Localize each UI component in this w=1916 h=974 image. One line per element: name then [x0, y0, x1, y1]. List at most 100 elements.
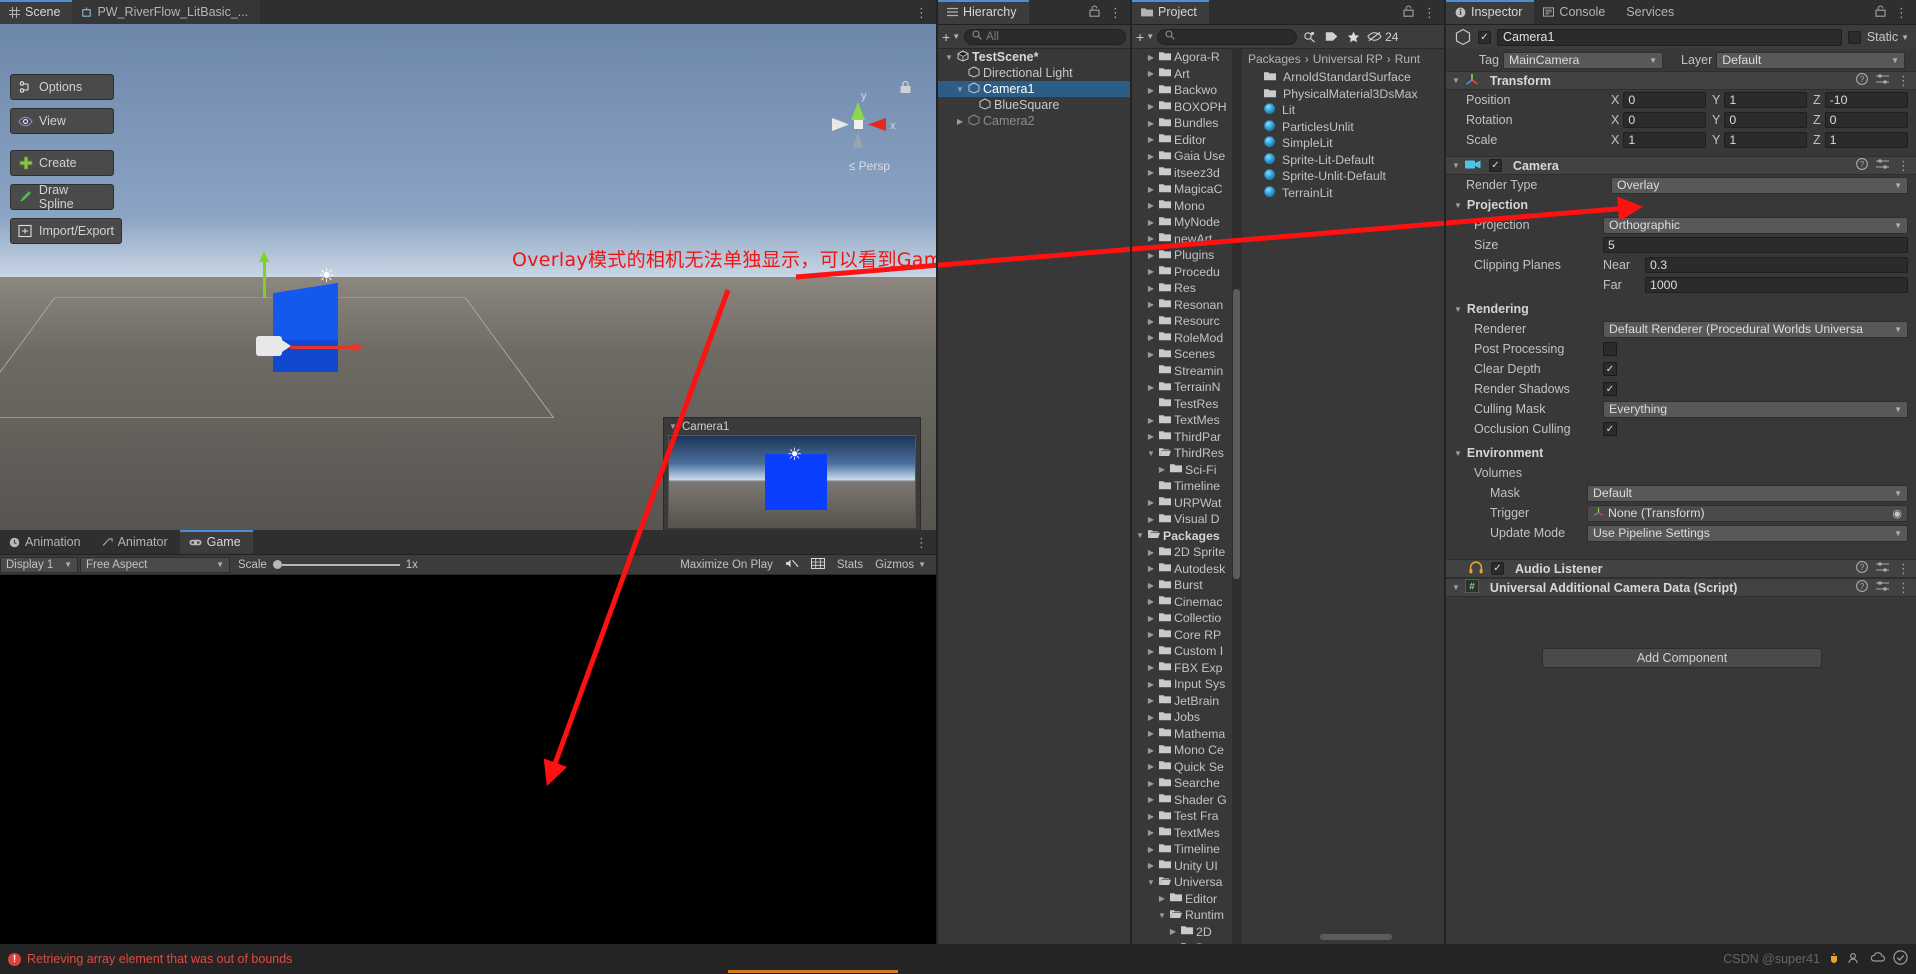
chevron-right-icon[interactable]: ▶	[1146, 548, 1156, 557]
project-folder-boxoph[interactable]: ▶ BOXOPH	[1132, 99, 1232, 116]
hierarchy-item-testscene-[interactable]: ▼ TestScene*	[938, 49, 1130, 65]
transform-rotation-x-input[interactable]: 0	[1623, 112, 1706, 128]
project-folder-fbx-exp[interactable]: ▶ FBX Exp	[1132, 660, 1232, 677]
tab-prefab[interactable]: PW_RiverFlow_LitBasic_...	[72, 0, 261, 24]
lock-icon[interactable]	[1403, 5, 1414, 20]
mask-dropdown[interactable]: Default ▼	[1587, 484, 1908, 502]
project-folder-resonan[interactable]: ▶ Resonan	[1132, 297, 1232, 314]
transform-scale-z-input[interactable]: 1	[1824, 132, 1908, 148]
camera-enabled-checkbox[interactable]: ✓	[1488, 159, 1502, 172]
object-picker-icon[interactable]: ◉	[1892, 507, 1902, 520]
chevron-down-icon[interactable]: ▼	[1157, 911, 1167, 920]
chevron-right-icon[interactable]: ▶	[1146, 350, 1156, 359]
tab-game[interactable]: Game	[179, 530, 253, 554]
chevron-right-icon[interactable]: ▶	[1146, 152, 1156, 161]
tag-dropdown[interactable]: MainCamera ▼	[1503, 51, 1663, 69]
chevron-right-icon[interactable]: ▶	[1146, 581, 1156, 590]
gizmo-y-axis[interactable]	[259, 251, 269, 298]
options-button[interactable]: Options	[10, 74, 114, 100]
project-folder-mathema[interactable]: ▶ Mathema	[1132, 726, 1232, 743]
chevron-right-icon[interactable]: ▶	[1146, 218, 1156, 227]
project-folder-bundles[interactable]: ▶ Bundles	[1132, 115, 1232, 132]
project-folder-packages[interactable]: ▼ Packages	[1132, 528, 1232, 545]
project-folder-mynode[interactable]: ▶ MyNode	[1132, 214, 1232, 231]
chevron-right-icon[interactable]: ▶	[1146, 515, 1156, 524]
project-asset-terrainlit[interactable]: TerrainLit	[1264, 185, 1444, 202]
divider-project-inspector[interactable]	[1444, 0, 1446, 974]
transform-position-x-input[interactable]: 0	[1623, 92, 1706, 108]
culling-mask-dropdown[interactable]: Everything ▼	[1603, 400, 1908, 418]
chevron-right-icon[interactable]: ▶	[1146, 251, 1156, 260]
perspective-label[interactable]: ≤ Persp	[849, 159, 890, 173]
layer-dropdown[interactable]: Default ▼	[1716, 51, 1905, 69]
transform-menu-icon[interactable]: ⋮	[1897, 74, 1910, 87]
chevron-right-icon[interactable]: ▶	[1146, 69, 1156, 78]
project-folder-magicac[interactable]: ▶ MagicaC	[1132, 181, 1232, 198]
chevron-right-icon[interactable]: ▶	[1146, 696, 1156, 705]
maximize-on-play-button[interactable]: Maximize On Play	[674, 559, 779, 571]
camera-component-header[interactable]: ▼ ✓ Camera ? ⋮	[1446, 156, 1916, 175]
chevron-right-icon[interactable]: ▶	[1146, 762, 1156, 771]
gameobject-enabled-checkbox[interactable]: ✓	[1478, 30, 1491, 44]
chevron-right-icon[interactable]: ▶	[1146, 432, 1156, 441]
project-folder-collectio[interactable]: ▶ Collectio	[1132, 610, 1232, 627]
project-folder-scenes[interactable]: ▶ Scenes	[1132, 346, 1232, 363]
chevron-right-icon[interactable]: ▶	[1146, 729, 1156, 738]
tab-animator[interactable]: Animator	[93, 530, 180, 554]
transform-rotation-y-input[interactable]: 0	[1724, 112, 1807, 128]
stats-button[interactable]: Stats	[831, 559, 869, 571]
chevron-right-icon[interactable]: ▶	[1146, 102, 1156, 111]
gameobject-name-field[interactable]: Camera1	[1497, 28, 1842, 46]
scale-slider[interactable]: Scale 1x	[232, 559, 424, 571]
chevron-right-icon[interactable]: ▶	[1157, 894, 1167, 903]
lock-icon[interactable]	[1875, 5, 1886, 20]
preset-icon[interactable]	[1876, 158, 1889, 173]
tab-hierarchy[interactable]: Hierarchy	[938, 0, 1029, 24]
collab-icon[interactable]	[1848, 952, 1863, 967]
project-folder-gaia-use[interactable]: ▶ Gaia Use	[1132, 148, 1232, 165]
project-folder-searche[interactable]: ▶ Searche	[1132, 775, 1232, 792]
preset-icon[interactable]	[1876, 561, 1889, 576]
project-folder-shader-g[interactable]: ▶ Shader G	[1132, 792, 1232, 809]
project-hidden-toggle[interactable]: 24	[1367, 28, 1398, 46]
help-icon[interactable]: ?	[1856, 561, 1868, 576]
chevron-down-icon[interactable]: ▼	[1146, 878, 1156, 887]
project-folder-jetbrain[interactable]: ▶ JetBrain	[1132, 693, 1232, 710]
scale-slider-track[interactable]	[281, 563, 400, 566]
project-folder-editor[interactable]: ▶ Editor	[1132, 132, 1232, 149]
project-folder-visual-d[interactable]: ▶ Visual D	[1132, 511, 1232, 528]
chevron-right-icon[interactable]: ▶	[1146, 317, 1156, 326]
chevron-right-icon[interactable]: ▶	[1146, 333, 1156, 342]
chevron-right-icon[interactable]: ▶	[1146, 795, 1156, 804]
projection-section-header[interactable]: ▼ Projection	[1446, 195, 1916, 215]
render-shadows-checkbox[interactable]: ✓	[1603, 382, 1617, 396]
chevron-right-icon[interactable]: ▶	[1146, 828, 1156, 837]
project-folder-mono-ce[interactable]: ▶ Mono Ce	[1132, 742, 1232, 759]
chevron-down-icon[interactable]: ▼	[1454, 449, 1462, 458]
project-add-button[interactable]: + ▼	[1136, 29, 1154, 45]
project-folder-textmes[interactable]: ▶ TextMes	[1132, 825, 1232, 842]
hierarchy-item-directional-light[interactable]: Directional Light	[938, 65, 1130, 81]
project-folder-streamin[interactable]: Streamin	[1132, 363, 1232, 380]
project-folder-terrainn[interactable]: ▶ TerrainN	[1132, 379, 1232, 396]
renderer-dropdown[interactable]: Default Renderer (Procedural Worlds Univ…	[1603, 320, 1908, 338]
tab-animation[interactable]: Animation	[0, 530, 93, 554]
chevron-right-icon[interactable]: ▶	[1146, 416, 1156, 425]
project-folder-plugins[interactable]: ▶ Plugins	[1132, 247, 1232, 264]
project-folder-testres[interactable]: TestRes	[1132, 396, 1232, 413]
update-mode-dropdown[interactable]: Use Pipeline Settings ▼	[1587, 524, 1908, 542]
add-component-button[interactable]: Add Component	[1542, 648, 1822, 668]
stats-grid-icon[interactable]	[805, 557, 831, 572]
scene-menu-icon[interactable]: ⋮	[915, 6, 928, 19]
far-input[interactable]: 1000	[1645, 277, 1908, 293]
chevron-down-icon[interactable]: ▼	[1454, 201, 1462, 210]
project-asset-simplelit[interactable]: SimpleLit	[1264, 135, 1444, 152]
trigger-object-field[interactable]: None (Transform) ◉	[1587, 504, 1908, 522]
transform-scale-x-input[interactable]: 1	[1623, 132, 1706, 148]
audio-listener-header[interactable]: ✓ Audio Listener ? ⋮	[1446, 559, 1916, 578]
project-folder-2d[interactable]: ▶ 2D	[1132, 924, 1232, 941]
project-folder-autodesk[interactable]: ▶ Autodesk	[1132, 561, 1232, 578]
hierarchy-item-bluesquare[interactable]: BlueSquare	[938, 97, 1130, 113]
bug-icon[interactable]	[1827, 951, 1841, 968]
tab-scene[interactable]: Scene	[0, 0, 73, 24]
